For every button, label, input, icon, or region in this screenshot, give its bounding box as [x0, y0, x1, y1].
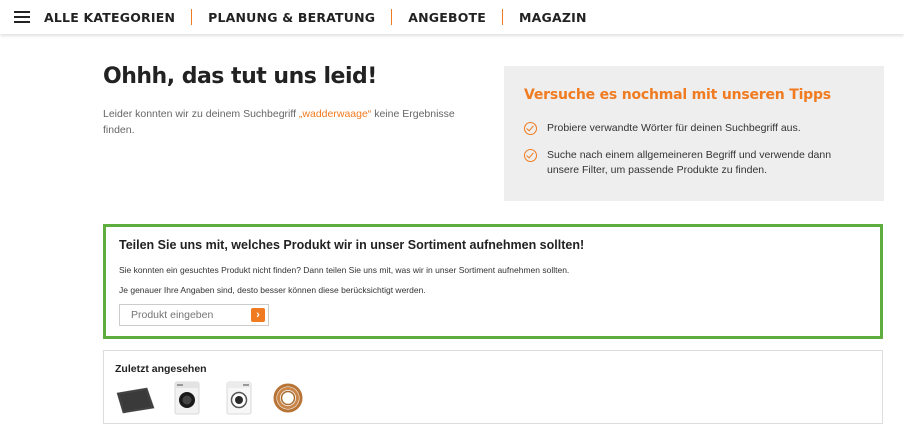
- product-input[interactable]: [119, 304, 269, 326]
- tips-box: Versuche es nochmal mit unseren Tipps Pr…: [504, 66, 884, 201]
- suggestion-text: Sie konnten ein gesuchtes Produkt nicht …: [119, 265, 570, 275]
- hamburger-menu-icon[interactable]: [14, 11, 30, 23]
- suggestion-title: Teilen Sie uns mit, welches Produkt wir …: [119, 238, 585, 252]
- recent-product-washing-machine[interactable]: [167, 381, 207, 415]
- nav-item-magazin[interactable]: MAGAZIN: [519, 10, 587, 25]
- submit-product-button[interactable]: ›: [251, 308, 265, 322]
- no-results-text-before: Leider konnten wir zu deinem Suchbegriff: [103, 108, 299, 120]
- recently-viewed-title: Zuletzt angesehen: [115, 363, 207, 375]
- page-title: Ohhh, das tut uns leid!: [103, 64, 377, 89]
- nav-items: ALLE KATEGORIEN PLANUNG & BERATUNG ANGEB…: [44, 9, 587, 25]
- recently-viewed-section: Zuletzt angesehen: [103, 350, 883, 424]
- tip-text: Probiere verwandte Wörter für deinen Suc…: [547, 122, 801, 134]
- recent-product-hose-ring[interactable]: [268, 381, 308, 415]
- nav-divider: [191, 9, 193, 25]
- recent-product-mat[interactable]: [115, 381, 155, 415]
- check-circle-icon: [524, 122, 537, 135]
- no-results-message: Leider konnten wir zu deinem Suchbegriff…: [103, 106, 483, 138]
- recent-product-washing-machine[interactable]: [219, 381, 259, 415]
- check-circle-icon: [524, 149, 537, 162]
- chevron-right-icon: ›: [256, 308, 260, 321]
- tips-title: Versuche es nochmal mit unseren Tipps: [524, 87, 831, 103]
- nav-divider: [391, 9, 393, 25]
- tip-item: Suche nach einem allgemeineren Begriff u…: [524, 148, 854, 178]
- nav-item-angebote[interactable]: ANGEBOTE: [408, 10, 486, 25]
- search-term: „wadderwaage“: [298, 108, 372, 120]
- nav-divider: [502, 9, 504, 25]
- top-navigation: ALLE KATEGORIEN PLANUNG & BERATUNG ANGEB…: [0, 0, 904, 34]
- suggestion-hint: Je genauer Ihre Angaben sind, desto bess…: [119, 285, 426, 295]
- tip-text: Suche nach einem allgemeineren Begriff u…: [547, 149, 832, 176]
- tip-item: Probiere verwandte Wörter für deinen Suc…: [524, 121, 801, 136]
- nav-item-alle-kategorien[interactable]: ALLE KATEGORIEN: [44, 10, 175, 25]
- product-suggestion-box: Teilen Sie uns mit, welches Produkt wir …: [103, 224, 883, 339]
- nav-item-planung-beratung[interactable]: PLANUNG & BERATUNG: [208, 10, 375, 25]
